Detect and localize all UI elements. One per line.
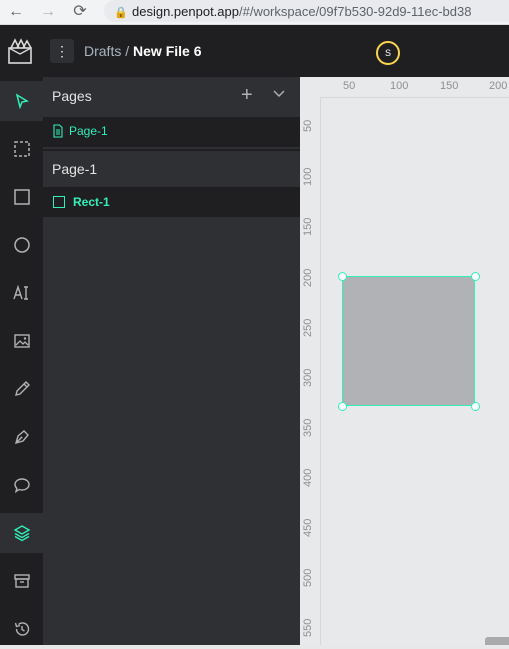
file-name[interactable]: New File 6 — [133, 43, 201, 59]
ruler-tick: 150 — [302, 217, 314, 236]
ruler-tick: 50 — [302, 119, 314, 132]
path-tool-button[interactable] — [0, 417, 43, 457]
breadcrumb-separator: / — [121, 43, 134, 59]
main-menu-button[interactable]: ⋮ — [50, 39, 74, 63]
ruler-tick: 200 — [302, 268, 314, 287]
comments-tool-button[interactable] — [0, 465, 43, 505]
ruler-tick: 500 — [302, 568, 314, 587]
pages-title: Pages — [52, 88, 92, 104]
add-page-icon[interactable]: + — [241, 84, 253, 107]
pointer-icon — [15, 93, 29, 109]
chevron-down-icon[interactable] — [273, 86, 285, 102]
url-host: design.penpot.app — [132, 3, 239, 19]
rectangle-icon — [13, 189, 30, 205]
resize-handle-top-left[interactable] — [338, 272, 347, 281]
ruler-tick: 100 — [302, 167, 314, 186]
rectangle-layer-icon — [53, 196, 65, 208]
canvas[interactable]: 50 100 150 200 50 100 150 200 250 300 35… — [300, 77, 509, 645]
horizontal-ruler: 50 100 150 200 — [300, 77, 509, 98]
url-path: /#/workspace/09f7b530-92d9-11ec-bd38 — [238, 3, 472, 19]
history-panel-button[interactable] — [0, 609, 43, 649]
pages-header: Pages + — [43, 77, 300, 115]
app-header: ⋮ Drafts / New File 6 S — [0, 25, 509, 77]
pen-icon — [14, 430, 29, 445]
address-bar[interactable]: 🔒 design.penpot.app /#/workspace/09f7b53… — [104, 0, 509, 22]
vertical-ruler: 50 100 150 200 250 300 350 400 450 500 5… — [300, 97, 321, 645]
breadcrumb-drafts[interactable]: Drafts — [84, 43, 121, 59]
archive-icon — [13, 574, 30, 588]
ruler-tick: 150 — [440, 80, 459, 92]
curve-tool-button[interactable] — [0, 369, 43, 409]
layers-icon — [13, 525, 30, 542]
tool-bar — [0, 77, 43, 645]
move-tool-button[interactable] — [0, 81, 43, 121]
penpot-logo-icon[interactable] — [6, 37, 34, 65]
text-icon — [12, 284, 28, 300]
ruler-tick: 400 — [302, 468, 314, 487]
browser-bar: ← → ⟳ 🔒 design.penpot.app /#/workspace/0… — [0, 0, 509, 25]
assets-panel-button[interactable] — [0, 561, 43, 601]
layers-title: Page-1 — [52, 161, 98, 177]
forward-icon[interactable]: → — [38, 2, 58, 22]
scrollbar-thumb[interactable] — [485, 637, 509, 645]
board-tool-button[interactable] — [0, 129, 43, 169]
ellipse-icon — [13, 237, 30, 253]
image-icon — [13, 334, 30, 348]
reload-icon[interactable]: ⟳ — [70, 2, 90, 22]
resize-handle-top-right[interactable] — [471, 272, 480, 281]
layer-item[interactable]: Rect-1 — [43, 187, 300, 217]
text-tool-button[interactable] — [0, 273, 43, 313]
board-icon — [13, 141, 30, 157]
lock-icon: 🔒 — [114, 7, 128, 19]
selected-rectangle[interactable] — [342, 276, 475, 406]
ruler-tick: 100 — [390, 80, 409, 92]
ruler-tick: 200 — [489, 80, 508, 92]
ellipse-tool-button[interactable] — [0, 225, 43, 265]
ruler-tick: 250 — [302, 318, 314, 337]
comment-icon — [13, 478, 30, 494]
left-sidebar: Pages + Page-1 Page-1 Rect-1 — [43, 77, 300, 645]
history-icon — [14, 622, 29, 636]
ruler-tick: 450 — [302, 518, 314, 537]
ruler-tick: 50 — [343, 80, 356, 92]
ruler-tick: 550 — [302, 618, 314, 637]
pencil-icon — [14, 381, 30, 396]
resize-handle-bottom-right[interactable] — [471, 402, 480, 411]
document-icon — [53, 124, 63, 138]
layer-item-label: Rect-1 — [73, 195, 110, 209]
page-item-label: Page-1 — [69, 124, 108, 138]
ruler-tick: 300 — [302, 368, 314, 387]
image-tool-button[interactable] — [0, 321, 43, 361]
breadcrumb: Drafts / New File 6 — [84, 43, 201, 59]
back-icon[interactable]: ← — [6, 2, 26, 22]
layers-panel-button[interactable] — [0, 513, 43, 553]
ruler-tick: 350 — [302, 418, 314, 437]
user-avatar[interactable]: S — [376, 41, 400, 65]
divider — [43, 149, 300, 151]
resize-handle-bottom-left[interactable] — [338, 402, 347, 411]
rectangle-tool-button[interactable] — [0, 177, 43, 217]
page-item[interactable]: Page-1 — [43, 117, 300, 147]
